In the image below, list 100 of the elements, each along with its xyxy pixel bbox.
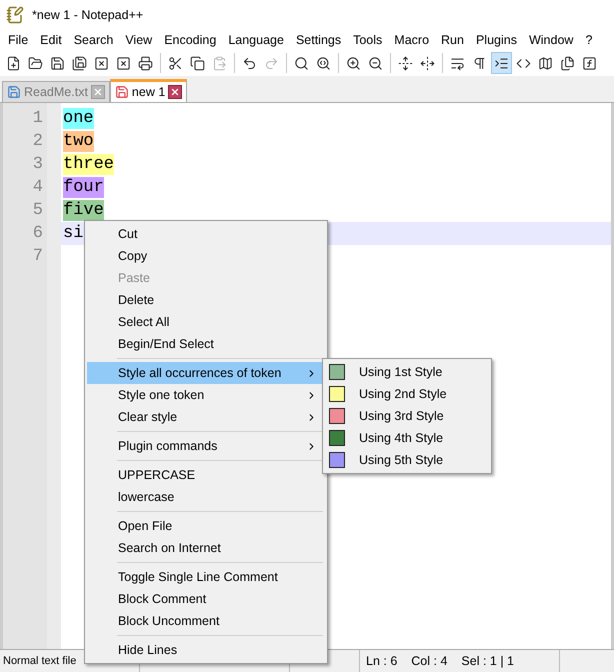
menu-entry-label: Style all occurrences of token: [118, 366, 282, 380]
zoom-out-icon: [368, 56, 383, 70]
menu-entry-label: Using 5th Style: [359, 453, 444, 467]
menu-entry-label: lowercase: [118, 490, 174, 504]
file-type: Normal text file: [3, 655, 76, 667]
menu-entry-label: Plugin commands: [118, 439, 218, 453]
line-number: 5: [32, 200, 44, 222]
code-text: four: [63, 177, 104, 198]
menu-item[interactable]: Tools: [347, 33, 388, 47]
menu-item[interactable]: File: [2, 33, 34, 47]
folder-icon: [28, 56, 43, 70]
menu-entry[interactable]: Block Comment: [87, 588, 325, 610]
menu-item[interactable]: Run: [435, 33, 470, 47]
indent-guide-button[interactable]: [491, 52, 512, 74]
save-icon: [50, 56, 65, 70]
line-number: 6: [32, 223, 44, 245]
cursor-position: Sel : 1 | 1: [461, 654, 514, 668]
submenu-entry[interactable]: Using 1st Style: [325, 361, 489, 383]
menu-entry-label: Cut: [118, 227, 138, 241]
menu-entry-label: Hide Lines: [118, 643, 178, 657]
menu-entry-label: Using 4th Style: [359, 431, 444, 445]
menu-entry[interactable]: Plugin commands: [87, 435, 325, 457]
menu-entry[interactable]: Select All: [87, 311, 325, 333]
menu-entry-label: Paste: [118, 271, 150, 285]
menu-item[interactable]: Language: [222, 33, 290, 47]
indent-guide-icon: [494, 56, 509, 70]
code-text: two: [63, 131, 94, 152]
menu-entry[interactable]: Search on Internet: [87, 537, 325, 559]
menu-entry-label: Using 2nd Style: [359, 387, 447, 401]
menu-entry[interactable]: Block Uncomment: [87, 610, 325, 632]
tab-label: new 1: [132, 85, 166, 99]
menu-entry[interactable]: Copy: [87, 245, 325, 267]
vertical-sync-icon: [398, 56, 413, 70]
close-tab-button[interactable]: [168, 85, 182, 99]
redo-icon: [264, 56, 279, 70]
menu-entry[interactable]: lowercase: [87, 486, 325, 508]
zoom-in-icon: [346, 56, 361, 70]
menu-entry[interactable]: Open File: [87, 515, 325, 537]
wrap-icon: [450, 56, 465, 70]
menu-entry[interactable]: Style one token: [87, 384, 325, 406]
menu-entry[interactable]: Clear style: [87, 406, 325, 428]
code-text: one: [63, 108, 94, 129]
pilcrow-icon: [472, 56, 487, 70]
code-text: si: [63, 223, 84, 244]
menu-item[interactable]: Macro: [388, 33, 436, 47]
line-number: 7: [32, 246, 44, 268]
menu-item[interactable]: Settings: [290, 33, 348, 47]
undo-icon: [242, 56, 257, 70]
menu-entry-label: Style one token: [118, 388, 204, 402]
menu-entry-label: Open File: [118, 519, 172, 533]
tab-label: ReadMe.txt: [24, 85, 88, 99]
menu-entry-label: Select All: [118, 315, 170, 329]
line-number: 2: [32, 131, 44, 153]
menu-entry-label: Copy: [118, 249, 148, 263]
menu-entry-label: Using 1st Style: [359, 365, 442, 379]
documents-icon: [560, 56, 575, 70]
map-icon: [538, 56, 553, 70]
printer-icon: [138, 56, 153, 70]
menu-item[interactable]: Window: [522, 33, 580, 47]
cursor-position: Col : 4: [411, 654, 448, 668]
line-number: 4: [32, 177, 44, 199]
menu-item[interactable]: Edit: [34, 33, 68, 47]
menu-entry[interactable]: Delete: [87, 289, 325, 311]
file-tab[interactable]: new 1: [110, 79, 188, 102]
code-text: three: [63, 154, 114, 175]
menu-entry[interactable]: Toggle Single Line Comment: [87, 566, 325, 588]
menu-item[interactable]: View: [119, 33, 158, 47]
menu-item[interactable]: Plugins: [470, 33, 523, 47]
close-all-icon: [116, 56, 131, 70]
scissors-icon: [168, 56, 183, 70]
search-icon: [294, 56, 309, 70]
menu-entry-label: Using 3rd Style: [359, 409, 444, 423]
line-number: 1: [32, 108, 44, 130]
cursor-position: Ln : 6: [366, 654, 398, 668]
menu-entry[interactable]: Style all occurrences of token: [87, 362, 325, 384]
submenu-entry[interactable]: Using 5th Style: [325, 449, 489, 471]
x-icon: [170, 87, 180, 97]
menu-entry-label: UPPERCASE: [118, 468, 196, 482]
submenu-entry[interactable]: Using 4th Style: [325, 427, 489, 449]
x-icon: [92, 87, 103, 97]
save-all-icon: [72, 56, 87, 70]
close-icon: [94, 56, 109, 70]
menu-entry[interactable]: Hide Lines: [87, 639, 325, 661]
menu-item[interactable]: Search: [68, 33, 120, 47]
notepad-icon: [6, 6, 24, 24]
menu-entry-label: Block Uncomment: [118, 614, 220, 628]
new-file-icon: [6, 56, 21, 70]
menu-item[interactable]: ?: [579, 33, 598, 47]
menu-entry[interactable]: Cut: [87, 223, 325, 245]
function-icon: [582, 56, 597, 70]
submenu-entry[interactable]: Using 2nd Style: [325, 383, 489, 405]
menu-entry[interactable]: UPPERCASE: [87, 464, 325, 486]
horizontal-sync-icon: [420, 56, 435, 70]
menu-item[interactable]: Encoding: [158, 33, 222, 47]
submenu-entry[interactable]: Using 3rd Style: [325, 405, 489, 427]
menu-entry[interactable]: Begin/End Select: [87, 333, 325, 355]
paste-icon: [212, 56, 227, 70]
line-number: 3: [32, 154, 44, 176]
menu-entry-label: Block Comment: [118, 592, 206, 606]
menu-entry-label: Toggle Single Line Comment: [118, 570, 278, 584]
